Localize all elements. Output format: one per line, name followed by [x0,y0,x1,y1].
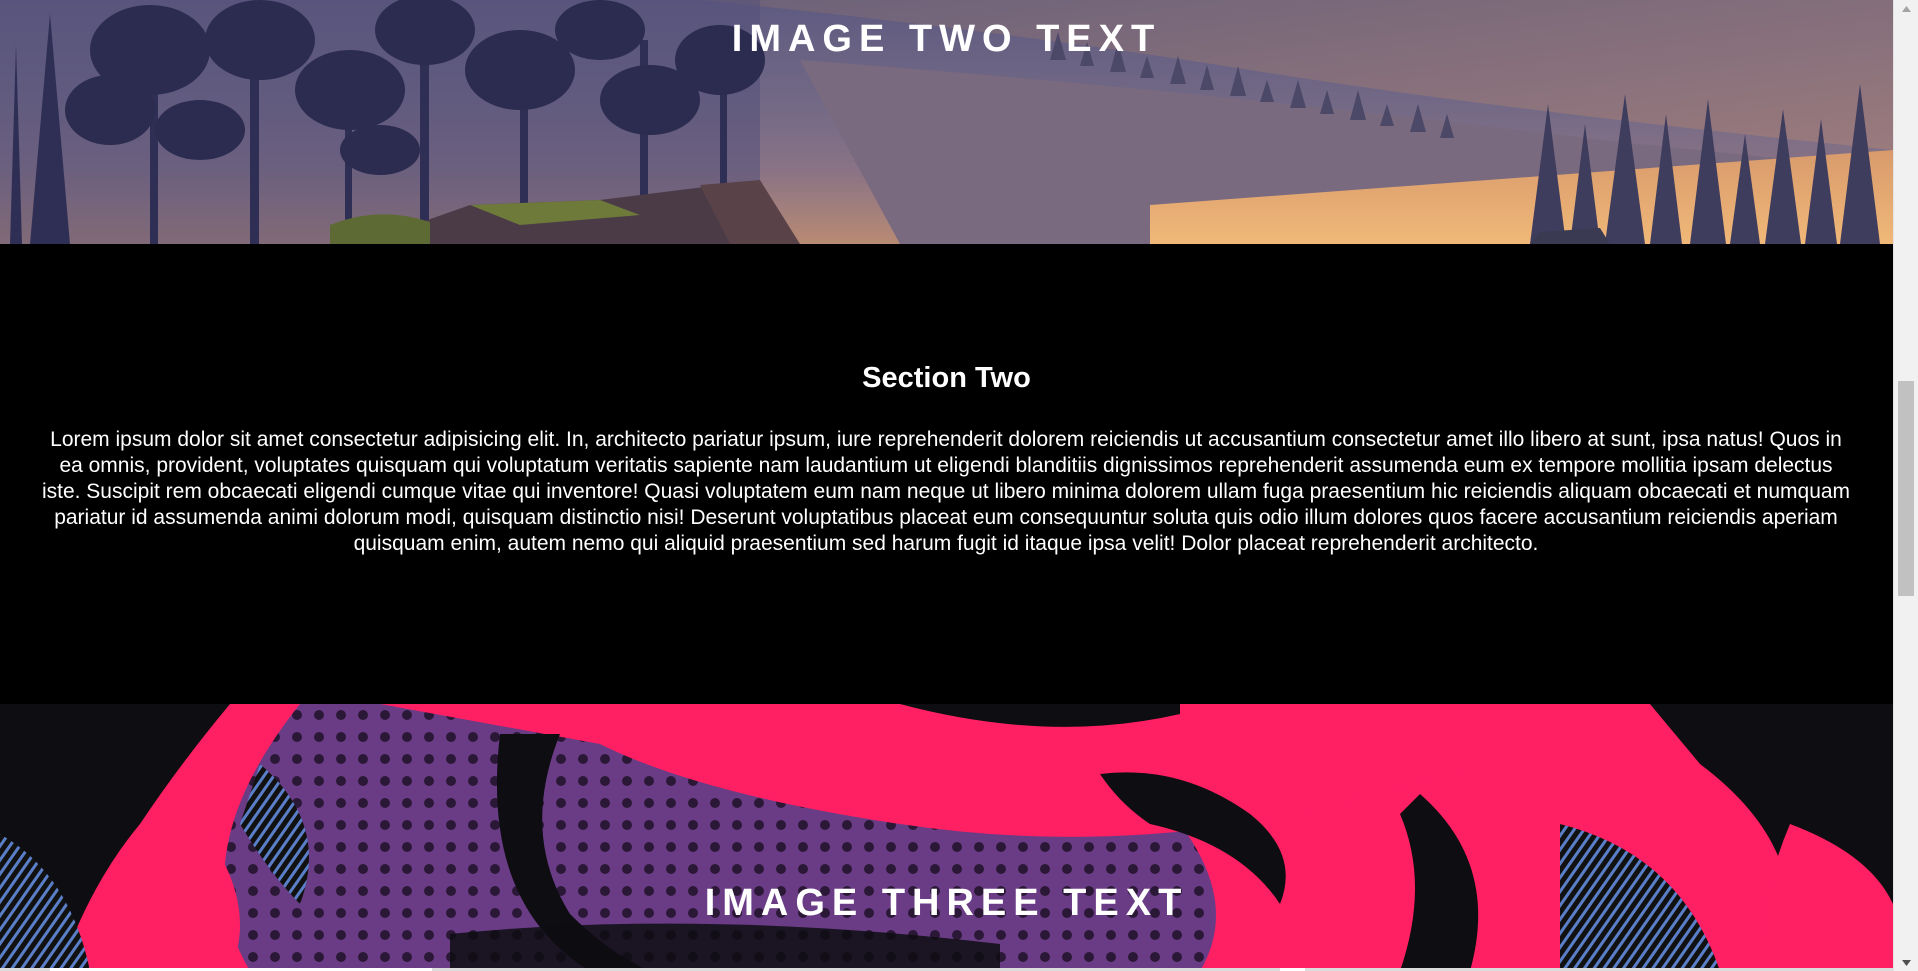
image-three-title: IMAGE THREE TEXT [704,882,1189,924]
section-two-heading: Section Two [862,362,1031,394]
section-two-body: Lorem ipsum dolor sit amet consectetur a… [41,428,1851,555]
comic-illustration [0,704,1893,971]
scroll-down-button[interactable] [1894,954,1918,971]
triangle-down-icon [1902,959,1911,966]
scroll-up-button[interactable] [1894,0,1918,17]
parallax-image-three: IMAGE THREE TEXT [0,704,1893,971]
page-viewport[interactable]: IMAGE TWO TEXT Section Two Lorem ipsum d… [0,0,1893,971]
triangle-up-icon [1902,5,1911,12]
section-two: Section Two Lorem ipsum dolor sit amet c… [0,244,1893,704]
parallax-image-two: IMAGE TWO TEXT [0,0,1893,244]
image-two-title: IMAGE TWO TEXT [731,18,1162,60]
vertical-scrollbar[interactable] [1893,0,1918,971]
scroll-thumb[interactable] [1898,381,1914,596]
